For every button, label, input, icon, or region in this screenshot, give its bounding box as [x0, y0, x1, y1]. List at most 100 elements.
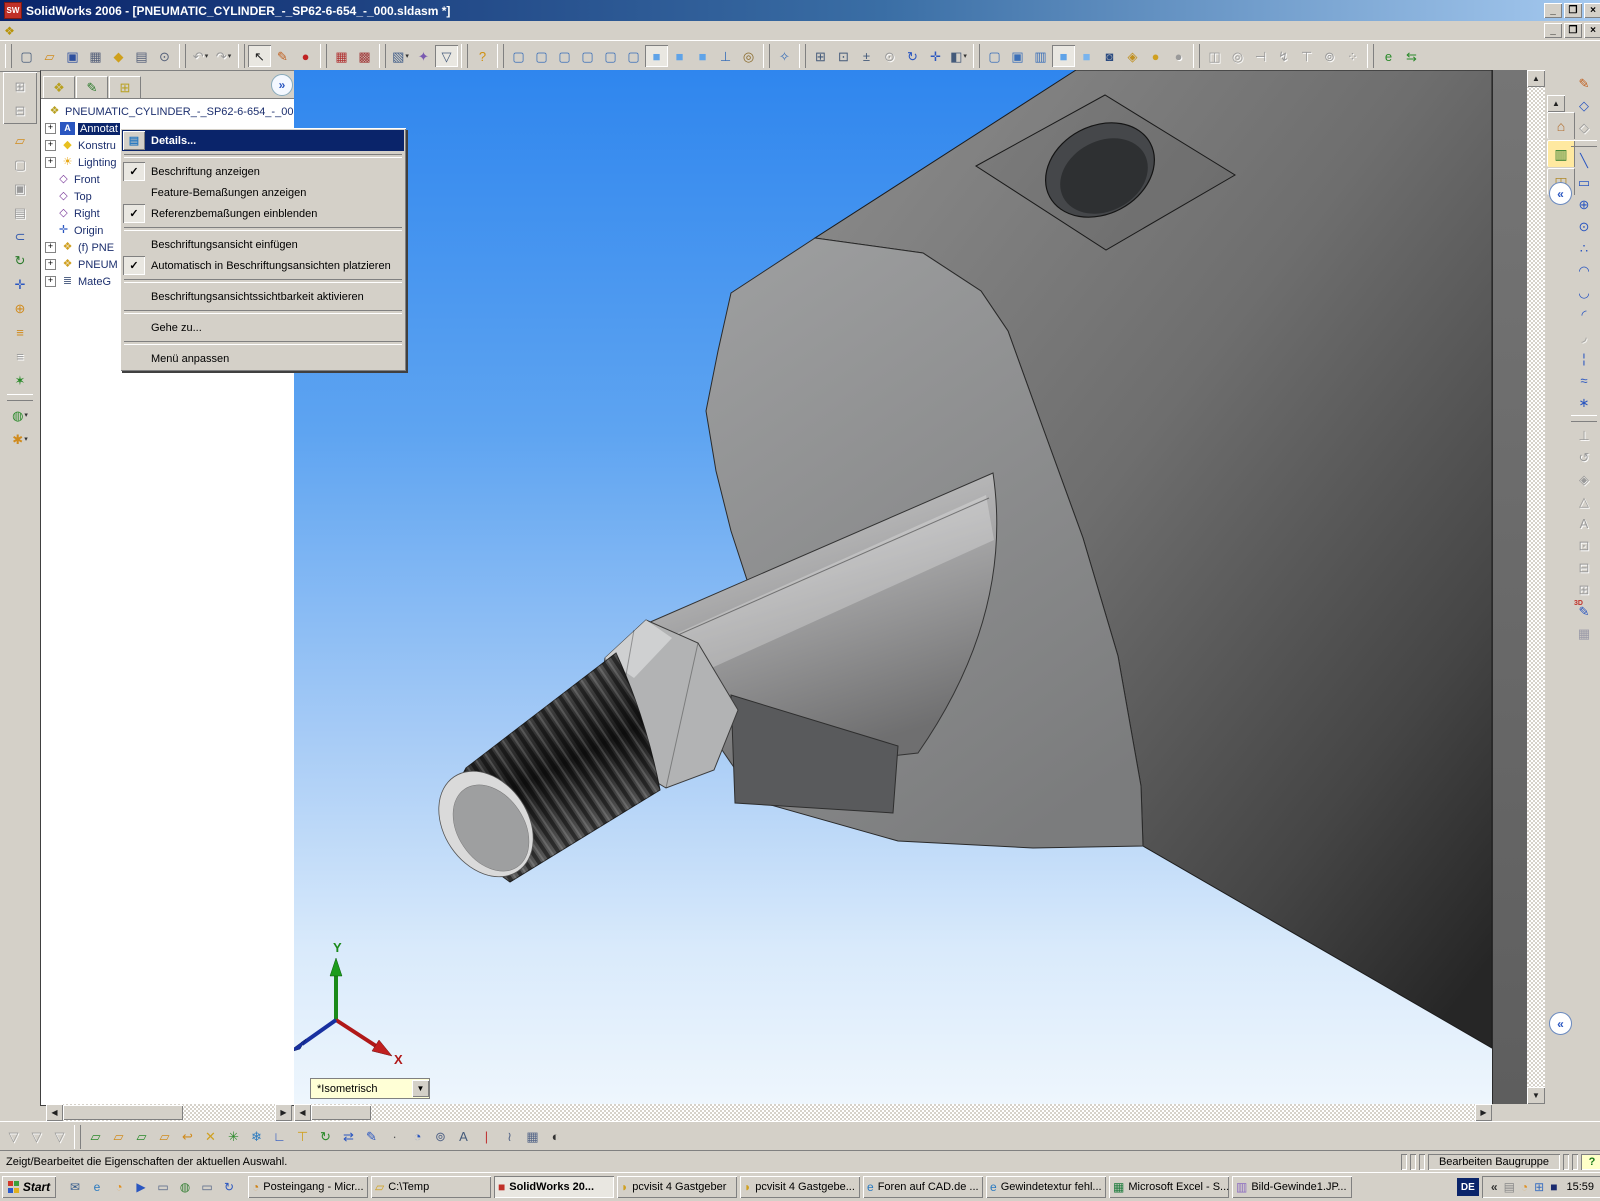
view-bottom-button[interactable]: ▢ — [622, 45, 645, 67]
polygon-button[interactable]: ⊙ — [1572, 215, 1596, 237]
component-preview-1-button[interactable]: ▣ — [7, 176, 33, 200]
solidworks-app-icon[interactable]: SW — [4, 2, 22, 19]
component-pattern-button[interactable]: ≡ — [7, 320, 33, 344]
quicklaunch-outlook[interactable]: ✉ — [64, 1177, 86, 1197]
spline-points-button[interactable]: ∴ — [1572, 237, 1596, 259]
select-button[interactable]: ↖ — [248, 45, 271, 67]
mate-button[interactable]: ⊂ — [7, 224, 33, 248]
freeze-component-button[interactable]: ❄ — [245, 1126, 268, 1148]
component-preview-2-button[interactable]: ▤ — [7, 200, 33, 224]
sw-explorer-button[interactable]: ◆ — [107, 45, 130, 67]
zoom-in-out-button[interactable]: ± — [855, 45, 878, 67]
quicklaunch-internet-explorer[interactable]: e — [86, 1177, 108, 1197]
view-right-button[interactable]: ▢ — [576, 45, 599, 67]
taskbar-button-foren-auf-cad-de[interactable]: eForen auf CAD.de ... — [863, 1176, 983, 1198]
vp-scroll-thumb[interactable] — [311, 1105, 371, 1120]
filter-off-button[interactable]: ▽ — [2, 1126, 25, 1148]
display-tray-icon[interactable]: ■ — [1550, 1180, 1557, 1194]
section-view-button[interactable]: ◧▾ — [947, 45, 970, 67]
toolbar-collapse-icon[interactable]: « — [1549, 1012, 1572, 1035]
view-left-button[interactable]: ▢ — [553, 45, 576, 67]
edit-color-button[interactable]: ▦ — [330, 45, 353, 67]
rotate-view-button[interactable]: ↻ — [901, 45, 924, 67]
menu-item-gehe-zu[interactable]: Gehe zu... — [122, 317, 404, 338]
shaded-with-edges-button[interactable]: ■ — [1052, 45, 1075, 67]
weld-bead-button[interactable]: | — [475, 1126, 498, 1148]
taskbar-button-microsoft-excel-s[interactable]: ▦Microsoft Excel - S... — [1109, 1176, 1229, 1198]
simulation-button[interactable]: ✱▾ — [7, 427, 33, 451]
scroll-down-icon[interactable]: ▼ — [1527, 1087, 1545, 1104]
print-button[interactable]: ▤ — [130, 45, 153, 67]
sketch-button[interactable]: ✎ — [271, 45, 294, 67]
featuremanager-tab[interactable]: ❖ — [43, 76, 75, 98]
undo-dropdown-icon[interactable]: ▾ — [205, 52, 209, 60]
selection-filter-button[interactable]: ▽ — [435, 45, 458, 67]
reorganize-components-button[interactable]: ⁘ — [1341, 45, 1364, 67]
texture-button[interactable]: ▩ — [353, 45, 376, 67]
print-setup-button[interactable]: ▦ — [84, 45, 107, 67]
3d-viewport-scene[interactable]: Y X Z — [294, 70, 1492, 1104]
undo-button[interactable]: ↶▾ — [189, 45, 212, 67]
sketch-button[interactable]: ✎ — [1572, 72, 1596, 94]
restore-button[interactable]: ❐ — [1564, 3, 1582, 18]
copy-component-button[interactable]: ▱ — [153, 1126, 176, 1148]
zoom-to-area-button[interactable]: ⊡ — [832, 45, 855, 67]
schematic-view-2-button[interactable]: ⊟ — [7, 98, 33, 122]
no-external-references-button[interactable]: ↯ — [1272, 45, 1295, 67]
move-component-button[interactable]: ✛ — [7, 272, 33, 296]
find-references-button[interactable]: ⊚ — [1318, 45, 1341, 67]
filter-edges-button[interactable]: ▽ — [48, 1126, 71, 1148]
insert-component-button[interactable]: ▱ — [84, 1126, 107, 1148]
expand-icon[interactable]: + — [45, 123, 56, 134]
hidden-lines-removed-button[interactable]: ▥ — [1029, 45, 1052, 67]
save-button[interactable]: ▣ — [61, 45, 84, 67]
tangent-arc-button[interactable]: ◡ — [1572, 281, 1596, 303]
menu-item-details[interactable]: ▤Details... — [122, 130, 404, 151]
menu-item-referenzbemaßungen-einblenden[interactable]: ✓Referenzbemaßungen einblenden — [122, 203, 404, 224]
tree-horizontal-scrollbar[interactable]: ◀ ▶ — [46, 1104, 292, 1121]
expand-icon[interactable]: + — [45, 276, 56, 287]
rectangle-button[interactable]: ▭ — [1572, 171, 1596, 193]
open-document-button[interactable]: ▱ — [38, 45, 61, 67]
view-top-button[interactable]: ▢ — [599, 45, 622, 67]
simulation-dropdown-icon[interactable]: ▾ — [24, 435, 28, 443]
spline-button[interactable]: ≈ — [1572, 369, 1596, 391]
smart-fasteners-button[interactable]: ⊤ — [1295, 45, 1318, 67]
edit-sketch-button[interactable]: ✎ — [360, 1126, 383, 1148]
new-part-button[interactable]: ▱ — [107, 1126, 130, 1148]
display-options-dropdown-icon[interactable]: ▾ — [405, 52, 409, 60]
menu-item-beschriftung-anzeigen[interactable]: ✓Beschriftung anzeigen — [122, 161, 404, 182]
reference-dimension-button[interactable]: ∟ — [268, 1126, 291, 1148]
convert-entities-button[interactable]: ⊡ — [1572, 534, 1596, 556]
scroll-up-icon[interactable]: ▲ — [1527, 70, 1545, 87]
replace-component-button[interactable]: ↩ — [176, 1126, 199, 1148]
curvature-button[interactable]: ● — [1144, 45, 1167, 67]
taskbar-button-bild-gewinde1-jp[interactable]: ▥Bild-Gewinde1.JP... — [1232, 1176, 1352, 1198]
tree-scroll-right-icon[interactable]: ▶ — [275, 1104, 292, 1121]
shadows-in-shaded-mode-button[interactable]: ◙ — [1098, 45, 1121, 67]
new-document-button[interactable]: ▢ — [15, 45, 38, 67]
sketch-text-button[interactable]: A — [1572, 512, 1596, 534]
quicklaunch-media-player[interactable]: ▶ — [130, 1177, 152, 1197]
network-tray-icon[interactable]: ⊞ — [1534, 1180, 1544, 1194]
mirror-entities-button[interactable]: ⊞ — [1572, 578, 1596, 600]
menu-item-menü-anpassen[interactable]: Menü anpassen — [122, 348, 404, 369]
expand-icon[interactable]: + — [45, 140, 56, 151]
quicklaunch-window[interactable]: ▭ — [196, 1177, 218, 1197]
add-relation-button[interactable]: ⊥ — [1572, 424, 1596, 446]
wireframe-button[interactable]: ▢ — [983, 45, 1006, 67]
explode-line-sketch-button[interactable]: ≀ — [498, 1126, 521, 1148]
rotate-component-button[interactable]: ↻ — [7, 248, 33, 272]
tree-item-pneumatic-cylinder-sp62-6-654-00[interactable]: ❖PNEUMATIC_CYLINDER_-_SP62-6-654_-_00 — [45, 103, 295, 120]
taskbar-button-pcvisit-4-gastgebe[interactable]: ◗pcvisit 4 Gastgebe... — [740, 1176, 860, 1198]
three-point-arc-button[interactable]: ◜ — [1572, 303, 1596, 325]
graphics-viewport[interactable]: Y X Z *Isometrisch ▼ — [294, 70, 1492, 1104]
propertymanager-tab[interactable]: ✎ — [76, 76, 108, 98]
edit-component-button[interactable]: ⊣ — [1249, 45, 1272, 67]
quick-snaps-button[interactable]: ◈ — [1572, 468, 1596, 490]
centerpoint-arc-button[interactable]: ◠ — [1572, 259, 1596, 281]
configurationmanager-tab[interactable]: ⊞ — [109, 76, 141, 98]
viewport-vertical-scrollbar[interactable]: ▲ ▼ — [1527, 70, 1545, 1104]
minimize-button[interactable]: _ — [1544, 3, 1562, 18]
taskbar-button-c-temp[interactable]: ▱C:\Temp — [371, 1176, 491, 1198]
